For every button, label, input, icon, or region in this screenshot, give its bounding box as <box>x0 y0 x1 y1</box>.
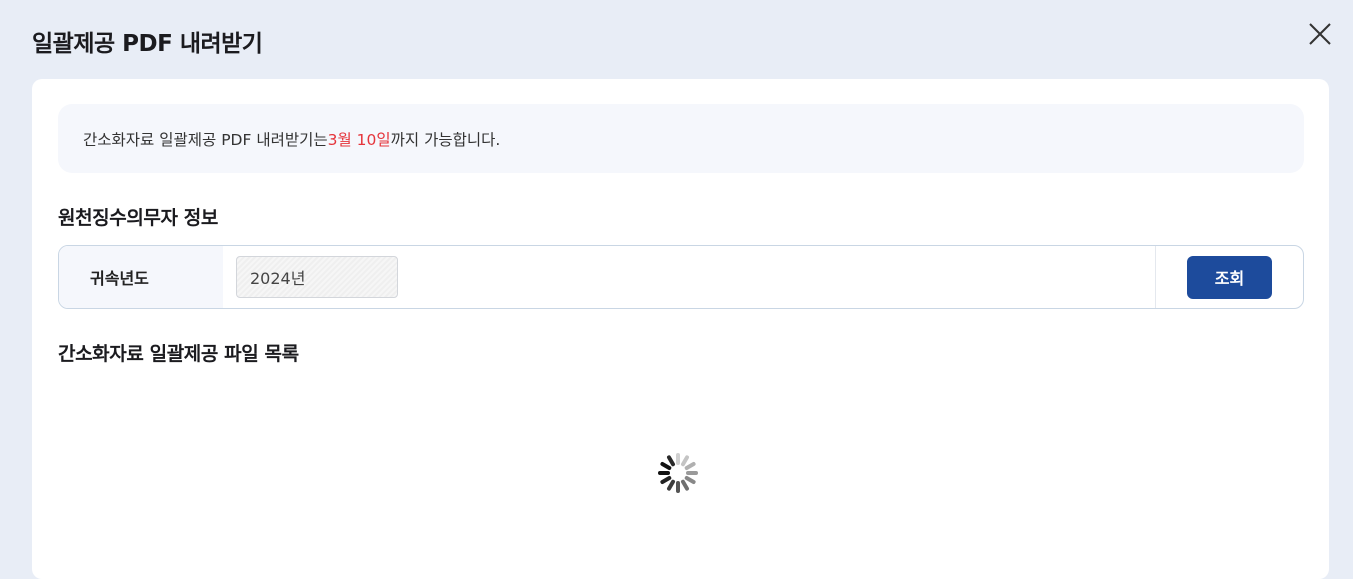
notice-text-suffix: 까지 가능합니다. <box>390 130 501 149</box>
download-deadline-notice: 간소화자료 일괄제공 PDF 내려받기는 3월 10일 까지 가능합니다. <box>58 104 1304 173</box>
search-action-cell: 조회 <box>1155 246 1303 308</box>
file-list-section-title: 간소화자료 일괄제공 파일 목록 <box>58 343 299 365</box>
notice-text-prefix: 간소화자료 일괄제공 PDF 내려받기는 <box>83 130 328 149</box>
notice-deadline: 3월 10일 <box>327 130 391 149</box>
search-button[interactable]: 조회 <box>1187 255 1272 299</box>
year-label: 귀속년도 <box>59 246 223 308</box>
close-button[interactable] <box>1304 18 1336 50</box>
loading-spinner-icon <box>658 453 698 493</box>
pdf-download-modal: 일괄제공 PDF 내려받기 간소화자료 일괄제공 PDF 내려받기는 3월 10… <box>0 0 1353 579</box>
close-icon <box>1309 23 1331 45</box>
modal-body: 간소화자료 일괄제공 PDF 내려받기는 3월 10일 까지 가능합니다. 원천… <box>32 79 1329 579</box>
year-field: 2024년 <box>236 256 398 298</box>
withholding-agent-info-box: 귀속년도 2024년 조회 <box>58 245 1304 309</box>
year-value-cell: 2024년 <box>223 246 1155 308</box>
modal-title: 일괄제공 PDF 내려받기 <box>32 31 263 57</box>
withholding-agent-section-title: 원천징수의무자 정보 <box>58 207 218 229</box>
